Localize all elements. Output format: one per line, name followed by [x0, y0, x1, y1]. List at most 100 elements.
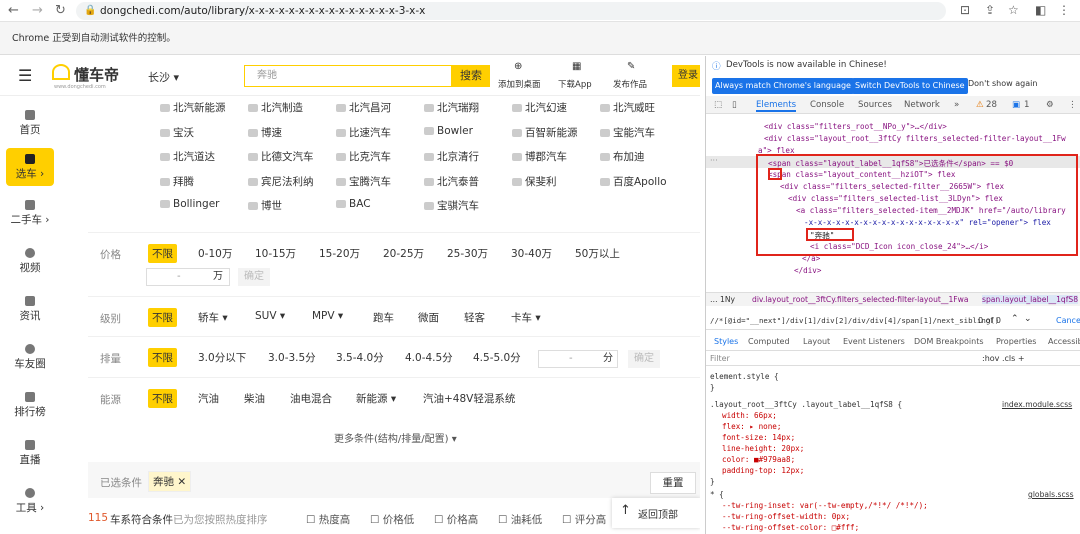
displacement-range-input[interactable]: -分 [538, 350, 618, 368]
css-line[interactable]: line-height: 20px; [722, 444, 804, 453]
filter-option[interactable]: 卡车 ▾ [511, 310, 541, 325]
url-field[interactable]: 🔒 dongchedi.com/auto/library/x-x-x-x-x-x-… [76, 2, 946, 20]
filter-option[interactable]: SUV ▾ [255, 310, 285, 322]
reload-icon[interactable]: ↻ [55, 3, 66, 18]
login-button[interactable]: 登录 [672, 65, 700, 87]
filter-option[interactable]: 3.5-4.0分 [336, 350, 384, 365]
brand-item[interactable]: 北汽道达 [160, 149, 215, 164]
css-line[interactable]: flex: ▸ none; [722, 422, 781, 431]
install-icon[interactable]: ⊡ [960, 3, 970, 17]
back-icon[interactable]: ← [8, 3, 19, 18]
device-icon[interactable]: ▯ [732, 100, 737, 110]
brand-item[interactable]: 宾尼法利纳 [248, 174, 314, 189]
sidepanel-icon[interactable]: ◧ [1035, 3, 1046, 17]
selected-chip[interactable]: 奔驰 ✕ [148, 471, 192, 492]
filter-option[interactable]: 25-30万 [447, 246, 488, 261]
brand-item[interactable]: Bollinger [160, 198, 219, 210]
sidebar-item-news[interactable]: 资讯 [6, 290, 54, 330]
publish-link[interactable]: 发布作品 [613, 78, 647, 90]
tab-console[interactable]: Console [810, 100, 844, 110]
sort-option[interactable]: ☐ 油耗低 [498, 512, 542, 527]
css-line[interactable]: --tw-ring-inset: var(--tw-empty,/*!*/ /*… [722, 501, 928, 510]
sidebar-item-home[interactable]: 首页 [6, 104, 54, 144]
filter-option[interactable]: 30-40万 [511, 246, 552, 261]
css-source-link[interactable]: globals.scss [1028, 490, 1074, 499]
brand-item[interactable]: 百智新能源 [512, 125, 578, 140]
brand-item[interactable]: 宝沃 [160, 125, 194, 140]
brand-item[interactable]: 北汽昌河 [336, 100, 391, 115]
filter-option[interactable]: 微面 [418, 310, 439, 325]
match-language-button[interactable]: Always match Chrome's language [712, 78, 854, 94]
dom-line[interactable]: <div class="filters_root__NPo_y">…</div> [764, 122, 947, 131]
brand-item[interactable]: 宝骐汽车 [424, 198, 479, 213]
hamburger-icon[interactable]: ☰ [18, 66, 32, 85]
breadcrumb-item[interactable]: div.layout_root__3ftCy.filters_selected-… [752, 295, 969, 304]
sidebar-item-select-car[interactable]: 选车 › [6, 148, 54, 186]
forward-icon[interactable]: → [32, 3, 43, 18]
settings-icon[interactable]: ⚙ [1046, 100, 1054, 110]
search-button[interactable]: 搜索 [452, 65, 490, 87]
chevron-down-icon[interactable]: ⌄ [1024, 314, 1032, 324]
tab-accessibility[interactable]: Accessibility [1048, 337, 1080, 346]
tab-more[interactable]: » [954, 100, 959, 110]
css-line[interactable]: --tw-ring-offset-width: 0px; [722, 512, 850, 521]
filter-option[interactable]: 0-10万 [198, 246, 232, 261]
dom-line[interactable]: </div> [794, 266, 821, 275]
filter-option[interactable]: 柴油 [244, 391, 265, 406]
menu-icon[interactable]: ⋮ [1058, 3, 1070, 17]
filter-option[interactable]: 不限 [148, 244, 177, 263]
more-filters-toggle[interactable]: 更多条件(结构/排量/配置) ▾ [334, 430, 457, 445]
brand-item[interactable]: 拜腾 [160, 174, 194, 189]
filter-option[interactable]: 新能源 ▾ [356, 391, 396, 406]
message-count[interactable]: 1 [1024, 100, 1029, 110]
filter-option[interactable]: 4.0-4.5分 [405, 350, 453, 365]
inspect-icon[interactable]: ⬚ [714, 100, 722, 110]
filter-option[interactable]: 4.5-5.0分 [473, 350, 521, 365]
brand-item[interactable]: 博郡汽车 [512, 149, 567, 164]
filter-option[interactable]: 跑车 [373, 310, 394, 325]
cancel-button[interactable]: Cancel [1056, 316, 1080, 325]
sidebar-item-community[interactable]: 车友圈 [6, 338, 54, 378]
chevron-up-icon[interactable]: ⌃ [1011, 314, 1019, 324]
css-line[interactable]: padding-top: 12px; [722, 466, 804, 475]
brand-item[interactable]: 北汽威旺 [600, 100, 655, 115]
filter-option[interactable]: 汽油+48V轻混系统 [423, 391, 515, 406]
filter-option[interactable]: 20-25万 [383, 246, 424, 261]
brand-item[interactable]: 百度Apollo [600, 174, 667, 189]
city-select[interactable]: 长沙 ▾ [148, 69, 179, 85]
dom-line[interactable]: <div class="layout_root__3ftCy filters_s… [764, 134, 1066, 143]
switch-chinese-button[interactable]: Switch DevTools to Chinese [852, 78, 968, 94]
brand-item[interactable]: 比德文汽车 [248, 149, 314, 164]
filter-option[interactable]: 汽油 [198, 391, 219, 406]
css-source-link[interactable]: index.module.scss [1002, 400, 1072, 409]
brand-item[interactable]: 北汽制造 [248, 100, 303, 115]
tab-layout[interactable]: Layout [803, 337, 830, 346]
css-line[interactable]: width: 66px; [722, 411, 777, 420]
filter-option[interactable]: 不限 [148, 308, 177, 327]
breadcrumb-item[interactable]: span.layout_label__1qfS8 [982, 295, 1079, 304]
filter-option[interactable]: 轿车 ▾ [198, 310, 228, 325]
search-input[interactable]: 奔驰 [244, 65, 452, 87]
filter-option[interactable]: MPV ▾ [312, 310, 343, 322]
brand-item[interactable]: 比克汽车 [336, 149, 391, 164]
price-range-input[interactable]: -万 [146, 268, 230, 286]
filter-option[interactable]: 10-15万 [255, 246, 296, 261]
tab-elements[interactable]: Elements [756, 100, 797, 112]
sidebar-item-video[interactable]: 视频 [6, 242, 54, 282]
css-line[interactable]: color: ■#979aa8; [722, 455, 795, 464]
brand-item[interactable]: 博速 [248, 125, 282, 140]
brand-item[interactable]: 北汽泰普 [424, 174, 479, 189]
sidebar-item-used-car[interactable]: 二手车 › [6, 194, 54, 234]
brand-item[interactable]: 比速汽车 [336, 125, 391, 140]
brand-item[interactable]: 宝能汽车 [600, 125, 655, 140]
price-ok-button[interactable]: 确定 [238, 268, 270, 286]
sidebar-item-ranking[interactable]: 排行榜 [6, 386, 54, 426]
css-line[interactable]: --tw-ring-offset-color: □#fff; [722, 523, 859, 532]
brand-item[interactable]: 北汽幻速 [512, 100, 567, 115]
sort-option[interactable]: ☐ 热度高 [306, 512, 350, 527]
star-icon[interactable]: ☆ [1008, 3, 1019, 17]
warning-count[interactable]: 28 [986, 100, 997, 110]
logo-text[interactable]: 懂车帝 [74, 64, 119, 85]
filter-option[interactable]: 3.0分以下 [198, 350, 246, 365]
tab-styles[interactable]: Styles [714, 337, 738, 346]
